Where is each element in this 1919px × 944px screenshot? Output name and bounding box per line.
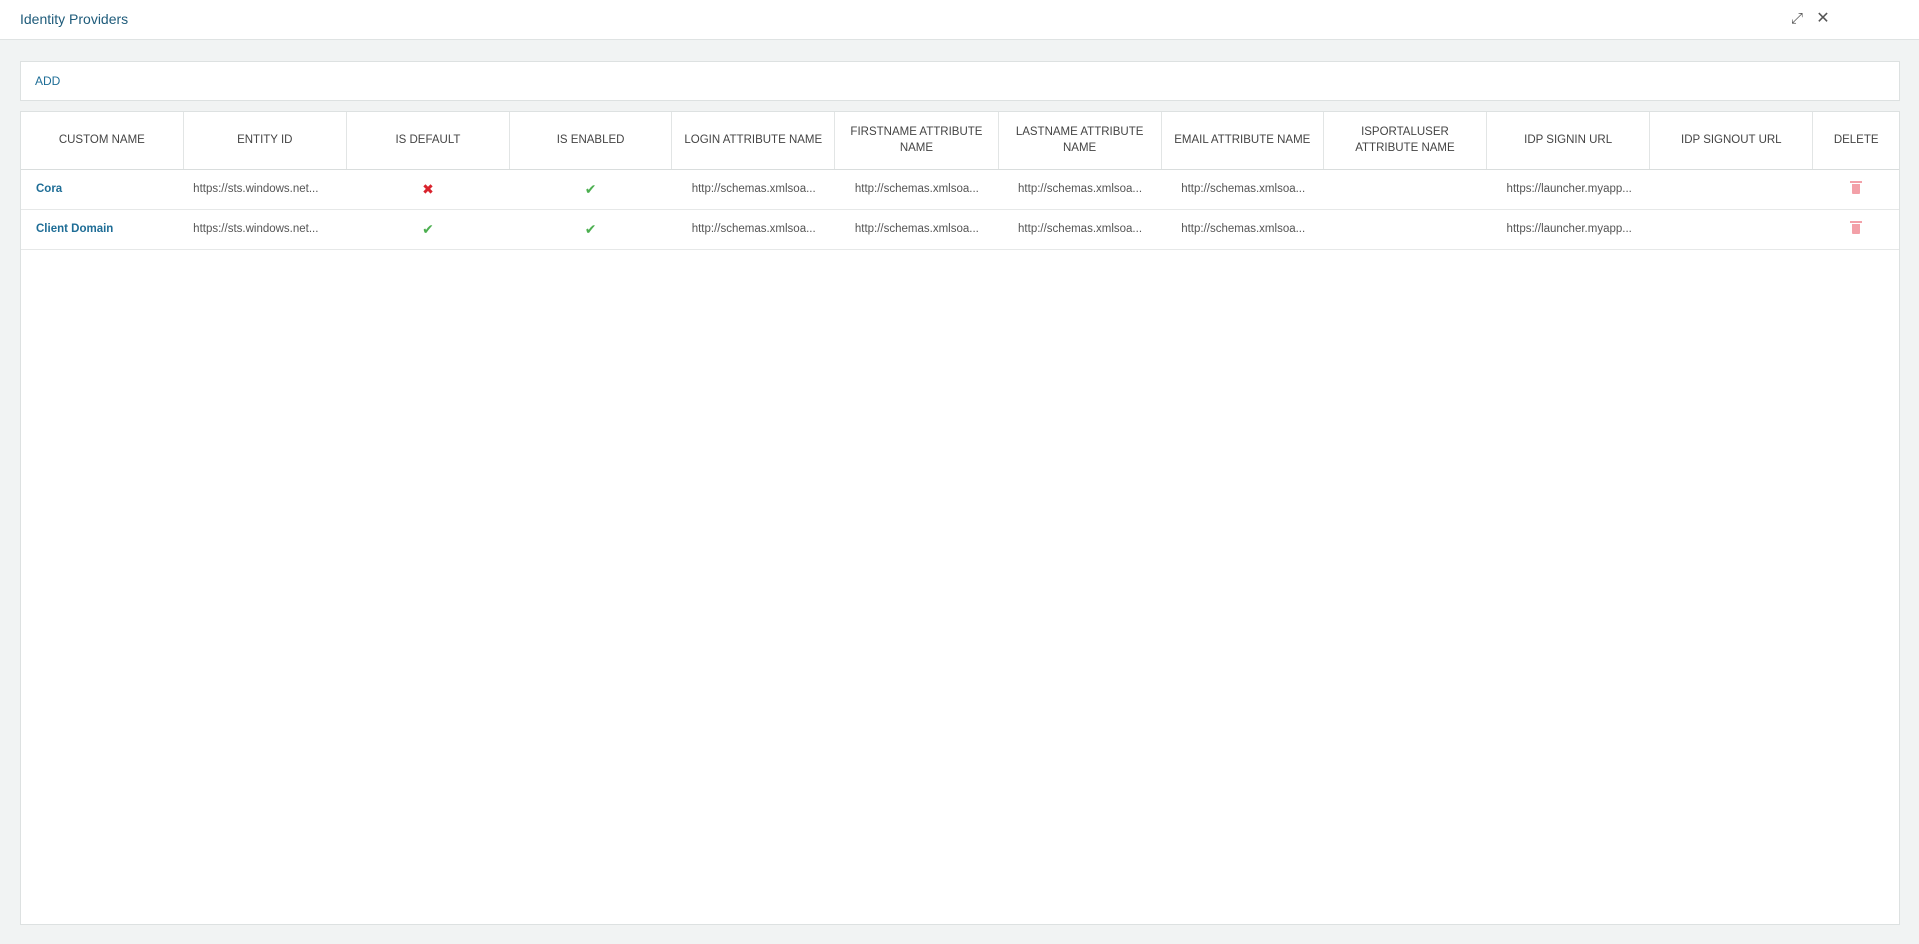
login-attribute-cell: http://schemas.xmlsoa...: [671, 169, 835, 210]
check-icon: ✔: [584, 180, 597, 197]
login-attribute-cell: http://schemas.xmlsoa...: [671, 209, 835, 250]
column-header-delete: DELETE: [1812, 112, 1899, 170]
column-header-isportaluser-attribute[interactable]: ISPORTALUSER ATTRIBUTE NAME: [1323, 112, 1488, 170]
delete-cell: [1812, 169, 1899, 210]
header-row: CUSTOM NAME ENTITY ID IS DEFAULT IS ENAB…: [21, 112, 1899, 170]
toolbar: ADD: [20, 61, 1900, 101]
is-default-cell: ✖: [346, 169, 510, 210]
custom-name-link[interactable]: Client Domain: [21, 209, 184, 250]
entity-id-cell: https://sts.windows.net...: [183, 209, 347, 250]
is-default-cell: ✔: [346, 209, 510, 250]
trash-icon[interactable]: [1849, 221, 1862, 234]
lastname-attribute-cell: http://schemas.xmlsoa...: [998, 169, 1162, 210]
check-icon: ✔: [422, 220, 434, 237]
isportaluser-attribute-cell: [1323, 209, 1487, 250]
firstname-attribute-cell: http://schemas.xmlsoa...: [834, 169, 999, 210]
column-header-login-attribute[interactable]: LOGIN ATTRIBUTE NAME: [671, 112, 836, 170]
isportaluser-attribute-cell: [1323, 169, 1487, 210]
firstname-attribute-cell: http://schemas.xmlsoa...: [834, 209, 999, 250]
trash-icon[interactable]: [1849, 181, 1862, 194]
idp-signin-url-cell: https://launcher.myapp...: [1486, 169, 1650, 210]
column-header-is-enabled[interactable]: IS ENABLED: [509, 112, 673, 170]
is-enabled-cell: ✔: [509, 169, 672, 210]
lastname-attribute-cell: http://schemas.xmlsoa...: [998, 209, 1162, 250]
email-attribute-cell: http://schemas.xmlsoa...: [1161, 169, 1324, 210]
column-header-idp-signout-url[interactable]: IDP SIGNOUT URL: [1649, 112, 1814, 170]
column-header-email-attribute[interactable]: EMAIL ATTRIBUTE NAME: [1161, 112, 1324, 170]
column-header-is-default[interactable]: IS DEFAULT: [346, 112, 511, 170]
delete-cell: [1812, 209, 1899, 250]
idp-signin-url-cell: https://launcher.myapp...: [1486, 209, 1650, 250]
entity-id-cell: https://sts.windows.net...: [183, 169, 347, 210]
add-button[interactable]: ADD: [35, 74, 60, 88]
minimize-icon[interactable]: ⤢: [1788, 9, 1806, 29]
idp-signout-url-cell: [1649, 169, 1813, 210]
table-row[interactable]: Cora https://sts.windows.net... ✖ ✔ http…: [21, 169, 1899, 210]
is-enabled-cell: ✔: [509, 209, 672, 250]
column-header-idp-signin-url[interactable]: IDP SIGNIN URL: [1486, 112, 1651, 170]
title-bar: Identity Providers ⤢ ✕: [0, 0, 1919, 40]
column-header-lastname-attribute[interactable]: LASTNAME ATTRIBUTE NAME: [998, 112, 1162, 170]
table-row[interactable]: Client Domain https://sts.windows.net...…: [21, 209, 1899, 250]
idp-signout-url-cell: [1649, 209, 1813, 250]
identity-providers-table: CUSTOM NAME ENTITY ID IS DEFAULT IS ENAB…: [21, 112, 1899, 250]
close-icon[interactable]: ✕: [1814, 9, 1832, 29]
page-title: Identity Providers: [20, 11, 129, 27]
identity-providers-grid: CUSTOM NAME ENTITY ID IS DEFAULT IS ENAB…: [20, 111, 1900, 925]
check-icon: ✔: [584, 220, 597, 237]
column-header-firstname-attribute[interactable]: FIRSTNAME ATTRIBUTE NAME: [834, 112, 999, 170]
cross-icon: ✖: [422, 180, 434, 197]
identity-providers-window: Identity Providers ⤢ ✕ ADD CUSTOM NAME E…: [0, 0, 1919, 944]
column-header-custom-name[interactable]: CUSTOM NAME: [21, 112, 184, 170]
email-attribute-cell: http://schemas.xmlsoa...: [1161, 209, 1324, 250]
column-header-entity-id[interactable]: ENTITY ID: [183, 112, 347, 170]
custom-name-link[interactable]: Cora: [21, 169, 184, 210]
